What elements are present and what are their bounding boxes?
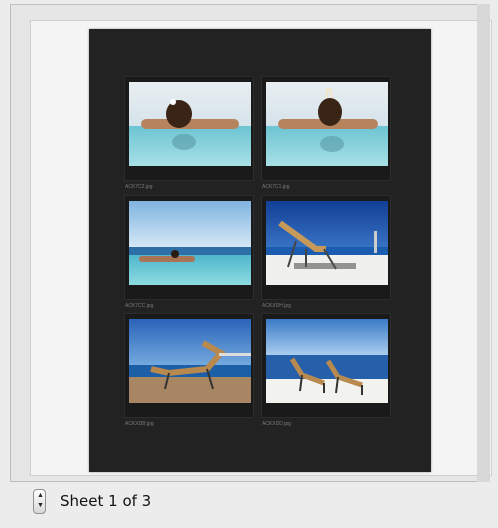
scroll-gutter [477, 4, 490, 482]
thumbnail-filename: ACKXDB.jpg [125, 421, 154, 427]
sheet-count-label: Sheet 1 of 3 [60, 492, 152, 510]
thumbnail-filename: ACK7C1.jpg [262, 184, 290, 190]
thumbnail-cell[interactable]: ACK7C1.jpg [261, 76, 391, 190]
thumbnail-cell[interactable]: ACK7C2.jpg [124, 76, 254, 190]
thumbnail-filename: ACKXDH.jpg [262, 303, 291, 309]
thumbnail-image [266, 82, 388, 166]
contact-sheet-page: ACK7C2.jpg ACK7C1.jpg ACK7CC.jpg ACKXDH.… [89, 29, 431, 472]
stepper-up-icon[interactable]: ▲ [37, 492, 44, 499]
thumbnail-cell[interactable]: ACK7CC.jpg [124, 195, 254, 309]
thumbnail-image [266, 319, 388, 403]
stepper-down-icon[interactable]: ▼ [37, 502, 44, 509]
thumbnail-image [129, 319, 251, 403]
thumbnail-cell[interactable]: ACKXDD.jpg [261, 313, 391, 427]
sheet-stepper[interactable]: ▲ ▼ [33, 489, 46, 514]
thumbnail-filename: ACK7CC.jpg [125, 303, 154, 309]
thumbnail-cell[interactable]: ACKXDB.jpg [124, 313, 254, 427]
thumbnail-image [129, 82, 251, 166]
thumbnail-cell[interactable]: ACKXDH.jpg [261, 195, 391, 309]
thumbnail-image [266, 201, 388, 285]
thumbnail-image [129, 201, 251, 285]
thumbnail-filename: ACKXDD.jpg [262, 421, 291, 427]
thumbnail-filename: ACK7C2.jpg [125, 184, 153, 190]
